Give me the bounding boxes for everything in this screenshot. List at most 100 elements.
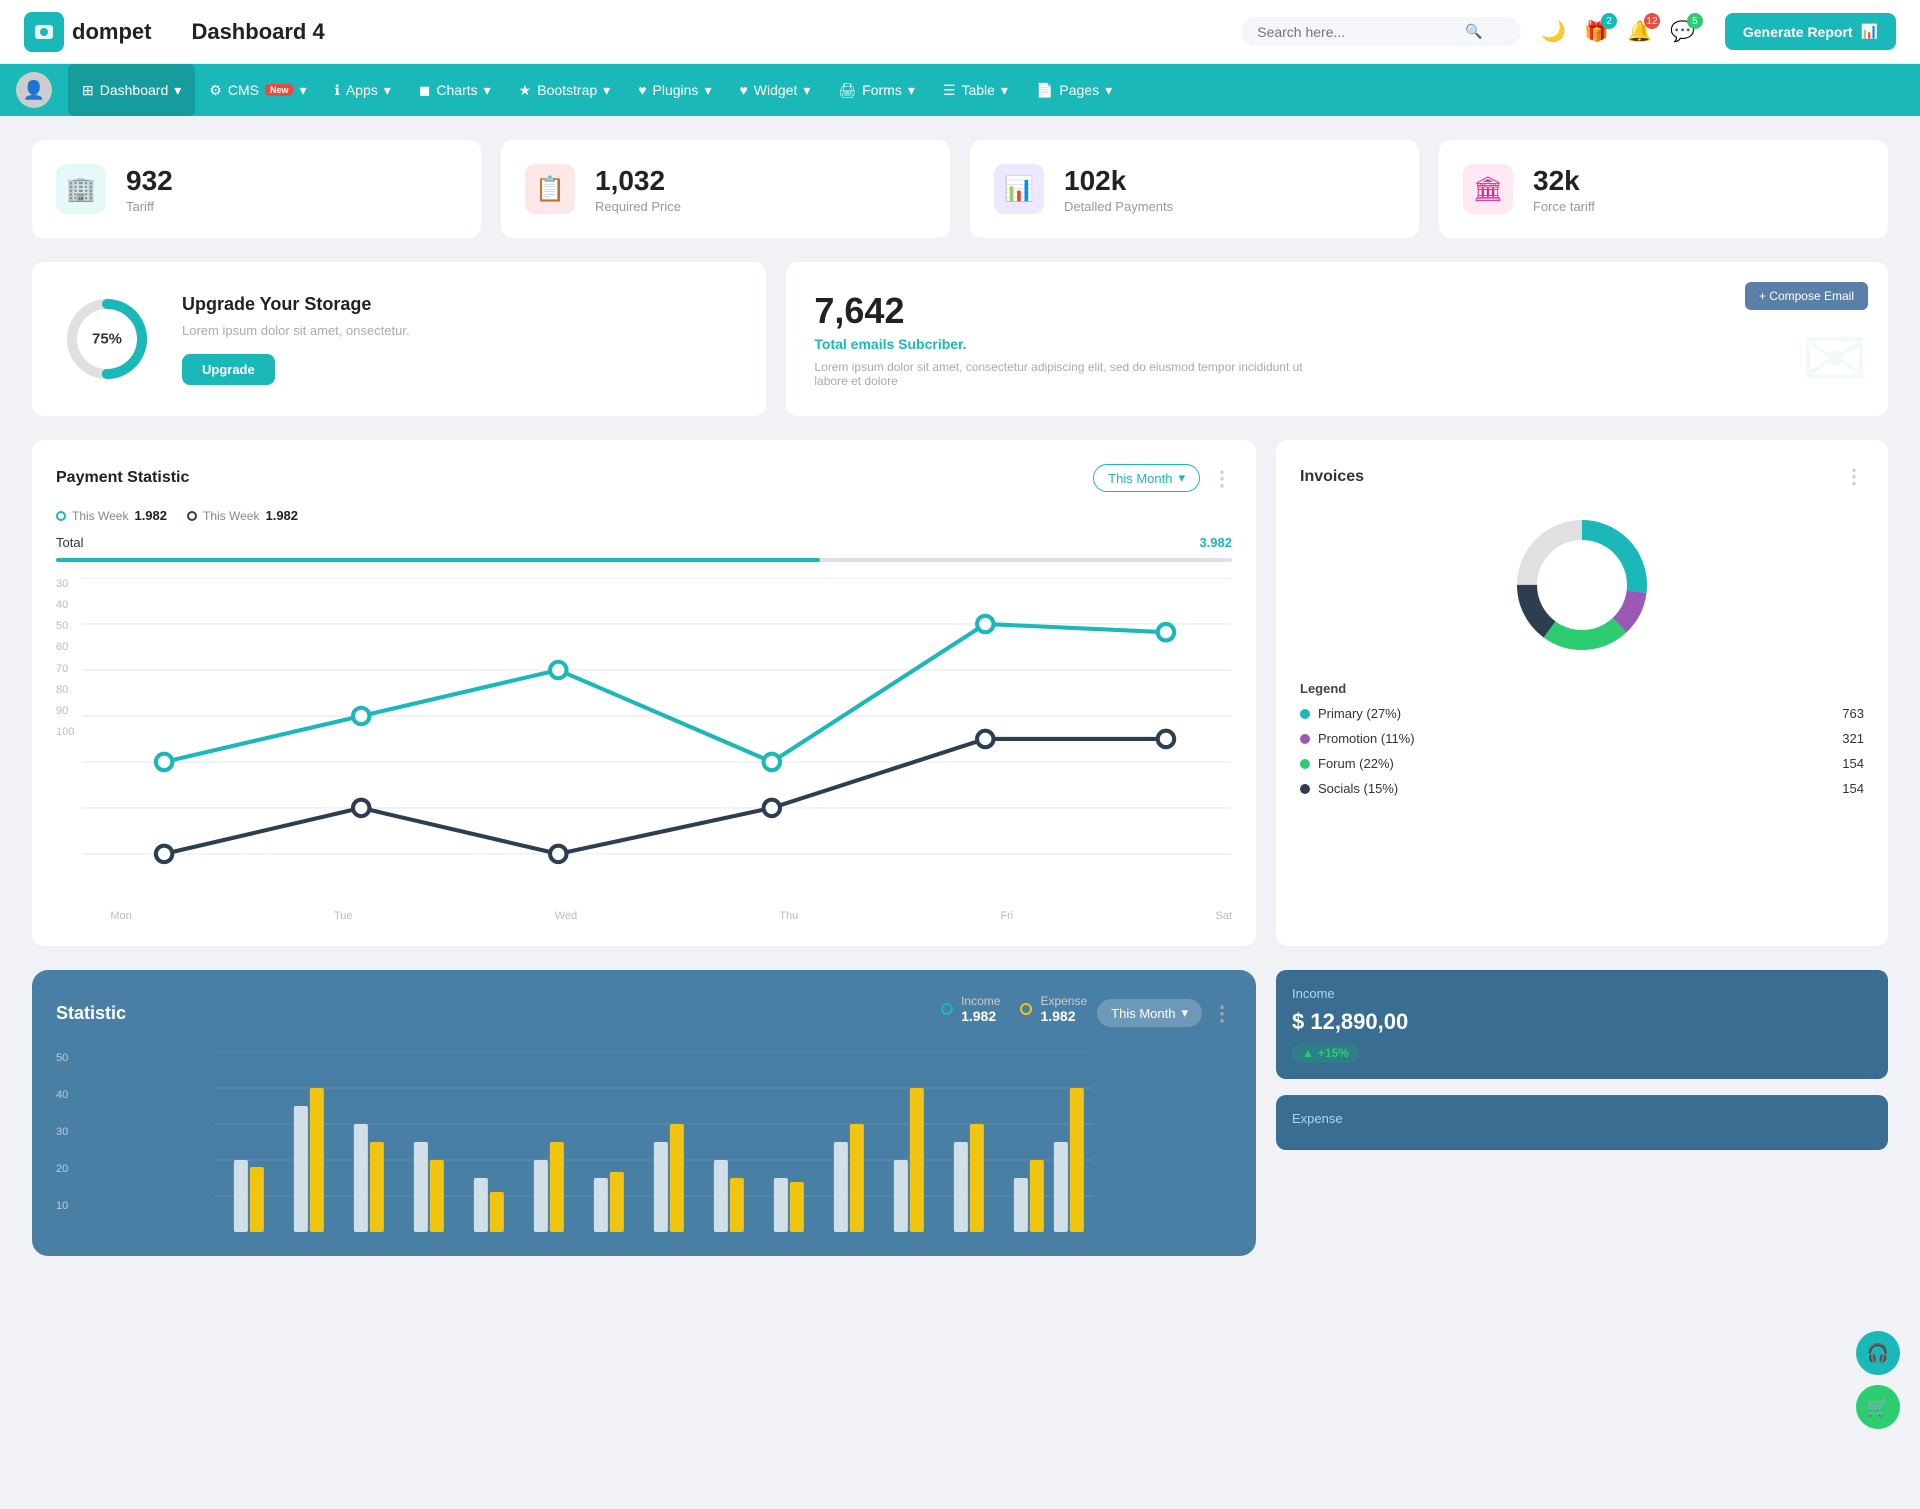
pages-icon: 📄 <box>1036 82 1053 99</box>
nav-item-apps[interactable]: ℹ Apps ▾ <box>321 64 405 116</box>
cart-button[interactable]: 🛒 <box>1856 1385 1900 1429</box>
statistic-menu-icon[interactable]: ⋮ <box>1212 1001 1232 1026</box>
income-change-val: +15% <box>1318 1046 1349 1060</box>
nav-item-widget[interactable]: ♥ Widget ▾ <box>725 64 824 116</box>
statistic-title: Statistic <box>56 1003 126 1024</box>
search-icon: 🔍 <box>1465 23 1482 40</box>
bar-chart-icon: 📊 <box>1861 23 1878 40</box>
primary-value: 763 <box>1842 706 1864 721</box>
chevron-down-icon-bootstrap: ▾ <box>603 82 610 99</box>
forum-label: Forum (22%) <box>1318 756 1394 771</box>
bar-chart-svg <box>76 1052 1232 1232</box>
search-input[interactable] <box>1257 24 1457 40</box>
line-chart-svg <box>82 578 1232 906</box>
price-label: Required Price <box>595 199 681 214</box>
month-select-label: This Month <box>1108 471 1172 486</box>
storage-card: 75% Upgrade Your Storage Lorem ipsum dol… <box>32 262 766 416</box>
logo: dompet <box>24 12 151 52</box>
nav-label-forms: Forms <box>862 82 902 98</box>
legend-item-2: This Week 1.982 <box>187 508 298 523</box>
nav-label-table: Table <box>961 82 994 98</box>
stat-card-force-tariff: 🏛 32k Force tariff <box>1439 140 1888 238</box>
chat-icon[interactable]: 💬 5 <box>1670 19 1695 44</box>
statistic-month-button[interactable]: This Month ▾ <box>1097 999 1202 1027</box>
row3: Payment Statistic This Month ▾ ⋮ This We… <box>32 440 1888 946</box>
logo-icon <box>24 12 64 52</box>
tariff-info: 932 Tariff <box>126 165 173 214</box>
total-value: 3.982 <box>1199 535 1232 550</box>
storage-title: Upgrade Your Storage <box>182 294 410 315</box>
chevron-down-icon-charts: ▾ <box>484 82 491 99</box>
nav-item-cms[interactable]: ⚙ CMS New ▾ <box>195 64 320 116</box>
support-button[interactable]: 🎧 <box>1856 1331 1900 1375</box>
plugins-icon: ♥ <box>638 82 646 98</box>
nav-item-forms[interactable]: 🖨 Forms ▾ <box>824 64 928 116</box>
storage-info: Upgrade Your Storage Lorem ipsum dolor s… <box>182 294 410 385</box>
compose-email-button[interactable]: + Compose Email <box>1745 282 1868 310</box>
nav-label-dashboard: Dashboard <box>100 82 169 98</box>
navbar: 👤 ⊞ Dashboard ▾ ⚙ CMS New ▾ ℹ Apps ▾ ◼ C… <box>0 64 1920 116</box>
cart-icon: 🛒 <box>1867 1397 1889 1418</box>
invoices-menu-icon[interactable]: ⋮ <box>1844 464 1864 489</box>
apps-icon: ℹ <box>335 82 340 99</box>
chevron-down-icon-apps: ▾ <box>384 82 391 99</box>
payment-menu-icon[interactable]: ⋮ <box>1212 466 1232 491</box>
legend2-label: This Week <box>203 509 259 523</box>
force-tariff-label: Force tariff <box>1533 199 1595 214</box>
float-buttons: 🎧 🛒 <box>1856 1331 1900 1429</box>
legend-forum-left: Forum (22%) <box>1300 756 1394 771</box>
chevron-down-icon-cms: ▾ <box>299 82 306 99</box>
income-label: Income <box>961 994 1000 1008</box>
total-row: Total 3.982 <box>56 535 1232 550</box>
nav-item-dashboard[interactable]: ⊞ Dashboard ▾ <box>68 64 195 116</box>
income-dot <box>941 1003 953 1015</box>
moon-icon[interactable]: 🌙 <box>1541 19 1566 44</box>
search-bar[interactable]: 🔍 <box>1241 17 1521 46</box>
total-bar <box>56 558 1232 562</box>
bar-chart-area: 50 40 30 20 10 <box>56 1052 1232 1232</box>
nav-item-table[interactable]: ☰ Table ▾ <box>929 64 1022 116</box>
gift-icon[interactable]: 🎁 2 <box>1584 19 1609 44</box>
nav-item-charts[interactable]: ◼ Charts ▾ <box>405 64 505 116</box>
nav-label-cms: CMS <box>228 82 259 98</box>
chevron-down-icon-plugins: ▾ <box>704 82 711 99</box>
bar-y-labels: 50 40 30 20 10 <box>56 1052 68 1212</box>
storage-desc: Lorem ipsum dolor sit amet, onsectetur. <box>182 323 410 338</box>
legend-forum: Forum (22%) 154 <box>1300 756 1864 771</box>
legend1-label: This Week <box>72 509 128 523</box>
table-icon: ☰ <box>943 82 956 99</box>
tariff-icon: 🏢 <box>56 164 106 214</box>
price-value: 1,032 <box>595 165 681 197</box>
month-select-button[interactable]: This Month ▾ <box>1093 464 1200 492</box>
avatar: 👤 <box>16 72 52 108</box>
income-info: Income 1.982 <box>961 994 1000 1024</box>
upgrade-button[interactable]: Upgrade <box>182 354 275 385</box>
forms-icon: 🖨 <box>838 82 856 99</box>
expense-val: 1.982 <box>1040 1008 1087 1024</box>
app-title: Dashboard 4 <box>191 19 1241 45</box>
expense-item: Expense 1.982 <box>1020 994 1087 1024</box>
charts-icon: ◼ <box>419 82 431 99</box>
bell-icon[interactable]: 🔔 12 <box>1627 19 1652 44</box>
nav-item-pages[interactable]: 📄 Pages ▾ <box>1022 64 1126 116</box>
total-label: Total <box>56 535 83 550</box>
gift-badge: 2 <box>1601 13 1617 29</box>
invoices-donut-wrap <box>1300 505 1864 665</box>
chart-y-labels: 100 90 80 70 60 50 40 30 <box>56 578 82 738</box>
forum-dot <box>1300 759 1310 769</box>
nav-label-plugins: Plugins <box>653 82 699 98</box>
invoices-card: Invoices ⋮ <box>1276 440 1888 946</box>
dashboard-icon: ⊞ <box>82 82 94 99</box>
nav-item-bootstrap[interactable]: ★ Bootstrap ▾ <box>505 64 625 116</box>
invoices-header: Invoices ⋮ <box>1300 464 1864 489</box>
new-badge: New <box>265 84 294 96</box>
topbar: dompet Dashboard 4 🔍 🌙 🎁 2 🔔 12 💬 5 Gene… <box>0 0 1920 64</box>
statistic-header: Statistic Income 1.982 <box>56 994 1232 1032</box>
generate-report-button[interactable]: Generate Report 📊 <box>1725 13 1896 50</box>
legend-socials: Socials (15%) 154 <box>1300 781 1864 796</box>
nav-item-plugins[interactable]: ♥ Plugins ▾ <box>624 64 725 116</box>
income-val: 1.982 <box>961 1008 1000 1024</box>
row2: 75% Upgrade Your Storage Lorem ipsum dol… <box>32 262 1888 416</box>
promotion-label: Promotion (11%) <box>1318 731 1415 746</box>
main-content: 🏢 932 Tariff 📋 1,032 Required Price 📊 10… <box>0 116 1920 1280</box>
